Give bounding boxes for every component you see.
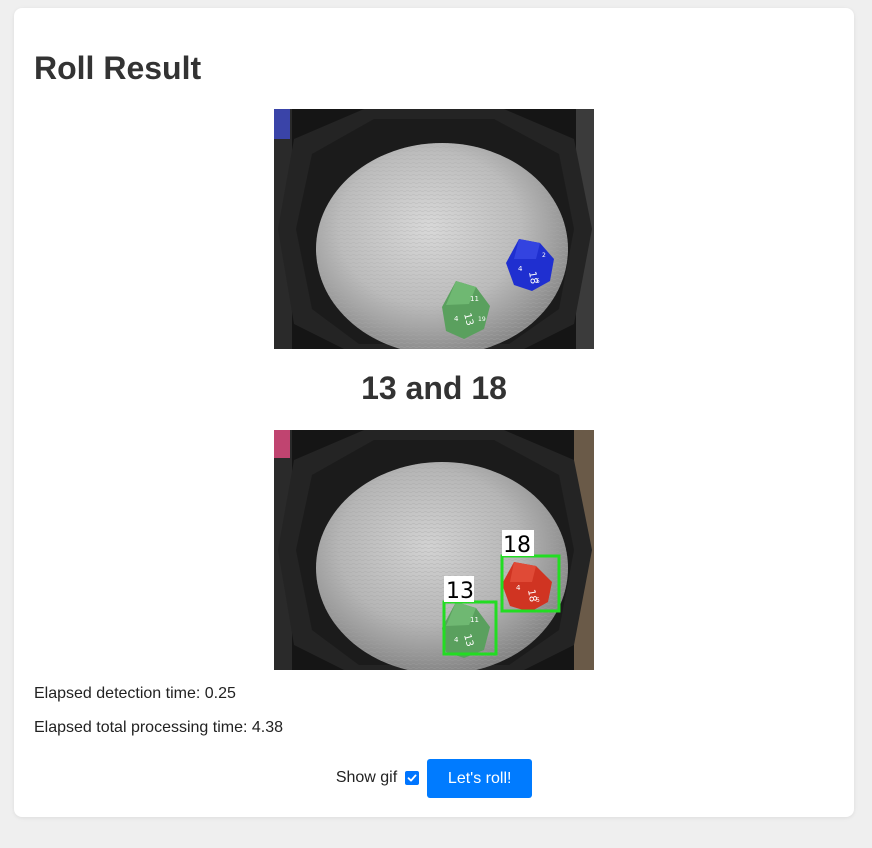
roll-result-text: 13 and 18 bbox=[361, 370, 507, 406]
checkmark-icon bbox=[407, 774, 417, 782]
roll-controls: Show gif Let's roll! bbox=[14, 758, 854, 798]
svg-text:11: 11 bbox=[470, 616, 479, 624]
svg-text:5: 5 bbox=[536, 597, 540, 604]
show-gif-checkbox[interactable] bbox=[405, 771, 420, 785]
detection-time: Elapsed detection time: 0.25 bbox=[34, 685, 236, 702]
total-processing-time: Elapsed total processing time: 4.38 bbox=[34, 719, 284, 736]
roll-button[interactable]: Let's roll! bbox=[427, 758, 533, 798]
raw-dice-photo: 13 4 11 19 18 4 5 2 bbox=[274, 109, 594, 349]
detection-label-18: 18 bbox=[503, 533, 531, 558]
svg-text:4: 4 bbox=[454, 315, 459, 323]
roll-result-card: Roll Result 13 4 11 19 18 4 5 2 13 and 1… bbox=[14, 8, 854, 817]
svg-text:5: 5 bbox=[536, 278, 540, 285]
annotated-dice-photo: 13 4 11 18 4 5 13 18 bbox=[274, 430, 594, 670]
show-gif-label: Show gif bbox=[335, 769, 398, 786]
svg-text:4: 4 bbox=[516, 584, 521, 592]
svg-text:2: 2 bbox=[542, 252, 546, 259]
svg-text:4: 4 bbox=[518, 265, 523, 273]
svg-text:4: 4 bbox=[454, 636, 459, 644]
svg-text:19: 19 bbox=[478, 316, 486, 323]
detection-label-13: 13 bbox=[446, 579, 474, 604]
svg-text:11: 11 bbox=[470, 295, 479, 303]
page-title: Roll Result bbox=[34, 50, 202, 86]
